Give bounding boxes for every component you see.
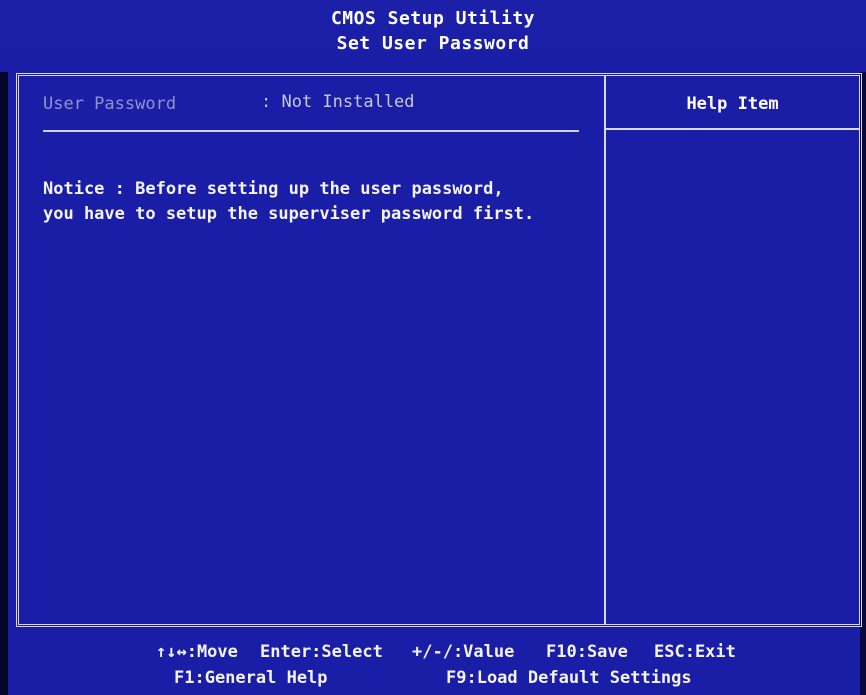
user-password-status: : Not Installed (261, 92, 415, 112)
help-title-divider (606, 128, 859, 130)
user-password-label: User Password (43, 94, 177, 114)
load-defaults-key-hint: F9:Load Default Settings (446, 668, 692, 688)
value-key-hint: +/-/:Value (412, 642, 515, 662)
notice-line: Notice : Before setting up the user pass… (43, 179, 504, 199)
select-key-hint: Enter:Select (260, 642, 383, 662)
notice-line: you have to setup the superviser passwor… (43, 204, 535, 224)
move-key-hint: ↑↓↔:Move (156, 642, 238, 662)
header: CMOS Setup Utility Set User Password (0, 0, 866, 72)
key-legend: ↑↓↔:Move Enter:Select +/-/:Value F10:Sav… (0, 630, 866, 695)
page-title: Set User Password (336, 33, 530, 54)
screen-bezel-left (0, 0, 8, 695)
help-key-hint: F1:General Help (174, 668, 328, 688)
exit-key-hint: ESC:Exit (654, 642, 736, 662)
help-panel-title: Help Item (686, 94, 779, 114)
field-divider (43, 130, 579, 132)
help-panel-divider (604, 76, 606, 624)
app-title: CMOS Setup Utility (330, 8, 536, 29)
bios-screen: CMOS Setup Utility Set User Password Use… (0, 0, 866, 695)
main-frame: User Password : Not Installed Notice : B… (16, 73, 862, 627)
save-key-hint: F10:Save (546, 642, 628, 662)
